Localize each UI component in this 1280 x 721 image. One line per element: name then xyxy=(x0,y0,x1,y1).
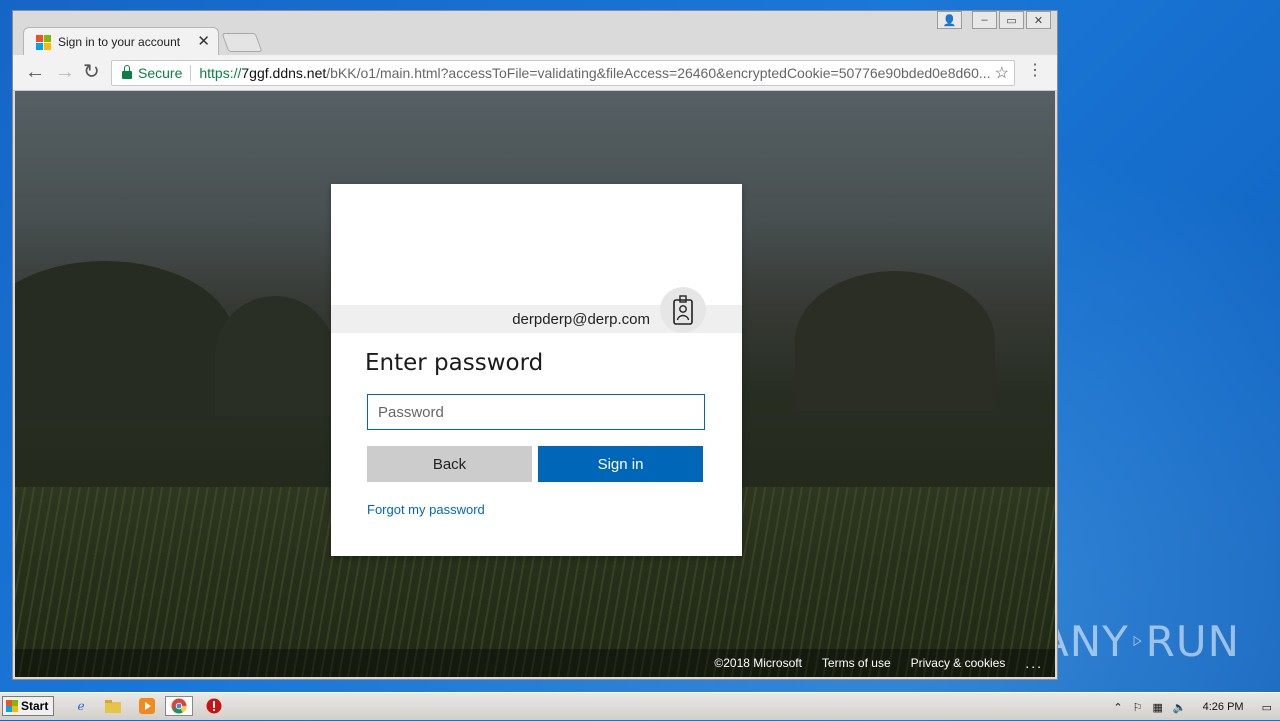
play-logo-icon xyxy=(1133,635,1142,647)
minimize-button[interactable]: – xyxy=(972,11,997,29)
tab-title: Sign in to your account xyxy=(58,34,181,49)
id-badge-icon xyxy=(660,287,706,333)
anyrun-watermark: ANY RUN xyxy=(1040,606,1240,676)
page-viewport: derpderp@derp.com Enter password Back Si… xyxy=(15,91,1055,677)
forgot-password-link[interactable]: Forgot my password xyxy=(367,502,485,517)
password-field[interactable] xyxy=(367,394,705,430)
bookmark-star-icon[interactable]: ☆ xyxy=(995,63,1009,83)
footer-links: ©2018 Microsoft Terms of use Privacy & c… xyxy=(714,655,1043,671)
back-button[interactable]: Back xyxy=(367,446,532,482)
background-hill xyxy=(215,296,335,416)
background-hill xyxy=(795,271,995,411)
new-tab-button[interactable] xyxy=(221,33,263,52)
start-button[interactable]: Start xyxy=(2,696,54,716)
url-host: 7ggf.ddns.net xyxy=(241,65,327,81)
media-player-icon[interactable] xyxy=(138,697,156,715)
clock[interactable]: 4:26 PM xyxy=(1203,701,1244,713)
show-hidden-icons-icon[interactable]: ⌃ xyxy=(1113,701,1122,714)
background-hill xyxy=(15,261,235,421)
address-separator xyxy=(190,65,192,81)
profile-icon[interactable]: 👤 xyxy=(937,11,962,29)
login-card: derpderp@derp.com Enter password Back Si… xyxy=(331,184,742,556)
security-tool-icon[interactable] xyxy=(205,697,223,715)
terms-link[interactable]: Terms of use xyxy=(822,656,891,670)
url-scheme: https:// xyxy=(199,65,242,81)
account-email: derpderp@derp.com xyxy=(512,311,650,328)
browser-menu-icon[interactable]: ⋮ xyxy=(1027,63,1043,79)
browser-titlebar: Sign in to your account ✕ 👤 – ▭ ✕ xyxy=(13,11,1057,55)
action-center-flag-icon[interactable]: ⚐ xyxy=(1133,701,1143,714)
page-footer: ©2018 Microsoft Terms of use Privacy & c… xyxy=(15,649,1055,677)
system-tray: ⌃ ⚐ ▦ 🔈 4:26 PM ▭ xyxy=(1113,693,1280,721)
watermark-right: RUN xyxy=(1145,616,1240,666)
network-icon[interactable]: ▦ xyxy=(1153,701,1163,714)
show-desktop-icon[interactable]: ▭ xyxy=(1262,701,1272,714)
reload-icon[interactable]: ↻ xyxy=(83,62,100,82)
secure-label: Secure xyxy=(138,65,183,81)
volume-icon[interactable]: 🔈 xyxy=(1173,701,1187,714)
maximize-button[interactable]: ▭ xyxy=(999,11,1024,29)
file-explorer-icon[interactable] xyxy=(104,697,122,715)
copyright-text: ©2018 Microsoft xyxy=(714,656,802,670)
microsoft-logo-icon xyxy=(36,34,51,50)
taskbar: Start ℯ ⌃ ⚐ ▦ 🔈 4:26 PM ▭ xyxy=(0,692,1280,720)
back-arrow-icon[interactable]: ← xyxy=(25,62,45,82)
chrome-icon[interactable] xyxy=(165,696,193,716)
more-options-icon[interactable]: ... xyxy=(1025,655,1043,671)
identity-banner: derpderp@derp.com xyxy=(331,287,742,333)
forward-arrow-icon[interactable]: → xyxy=(55,62,75,82)
close-window-button[interactable]: ✕ xyxy=(1026,11,1051,29)
start-label: Start xyxy=(21,699,49,713)
privacy-link[interactable]: Privacy & cookies xyxy=(911,656,1006,670)
sign-in-button[interactable]: Sign in xyxy=(538,446,703,482)
address-bar[interactable]: Secure https://7ggf.ddns.net/bKK/o1/main… xyxy=(111,60,1015,86)
browser-window: Sign in to your account ✕ 👤 – ▭ ✕ ← → ↻ … xyxy=(12,10,1058,680)
window-controls: 👤 – ▭ ✕ xyxy=(937,11,1051,29)
browser-tab[interactable]: Sign in to your account ✕ xyxy=(23,27,219,55)
page-title: Enter password xyxy=(365,350,544,376)
close-tab-icon[interactable]: ✕ xyxy=(197,32,210,50)
internet-explorer-icon[interactable]: ℯ xyxy=(72,697,90,715)
lock-icon xyxy=(122,65,132,79)
browser-toolbar: ← → ↻ Secure https://7ggf.ddns.net/bKK/o… xyxy=(13,55,1057,91)
windows-flag-icon xyxy=(6,700,18,712)
url-path: /bKK/o1/main.html?accessToFile=validatin… xyxy=(326,65,991,81)
